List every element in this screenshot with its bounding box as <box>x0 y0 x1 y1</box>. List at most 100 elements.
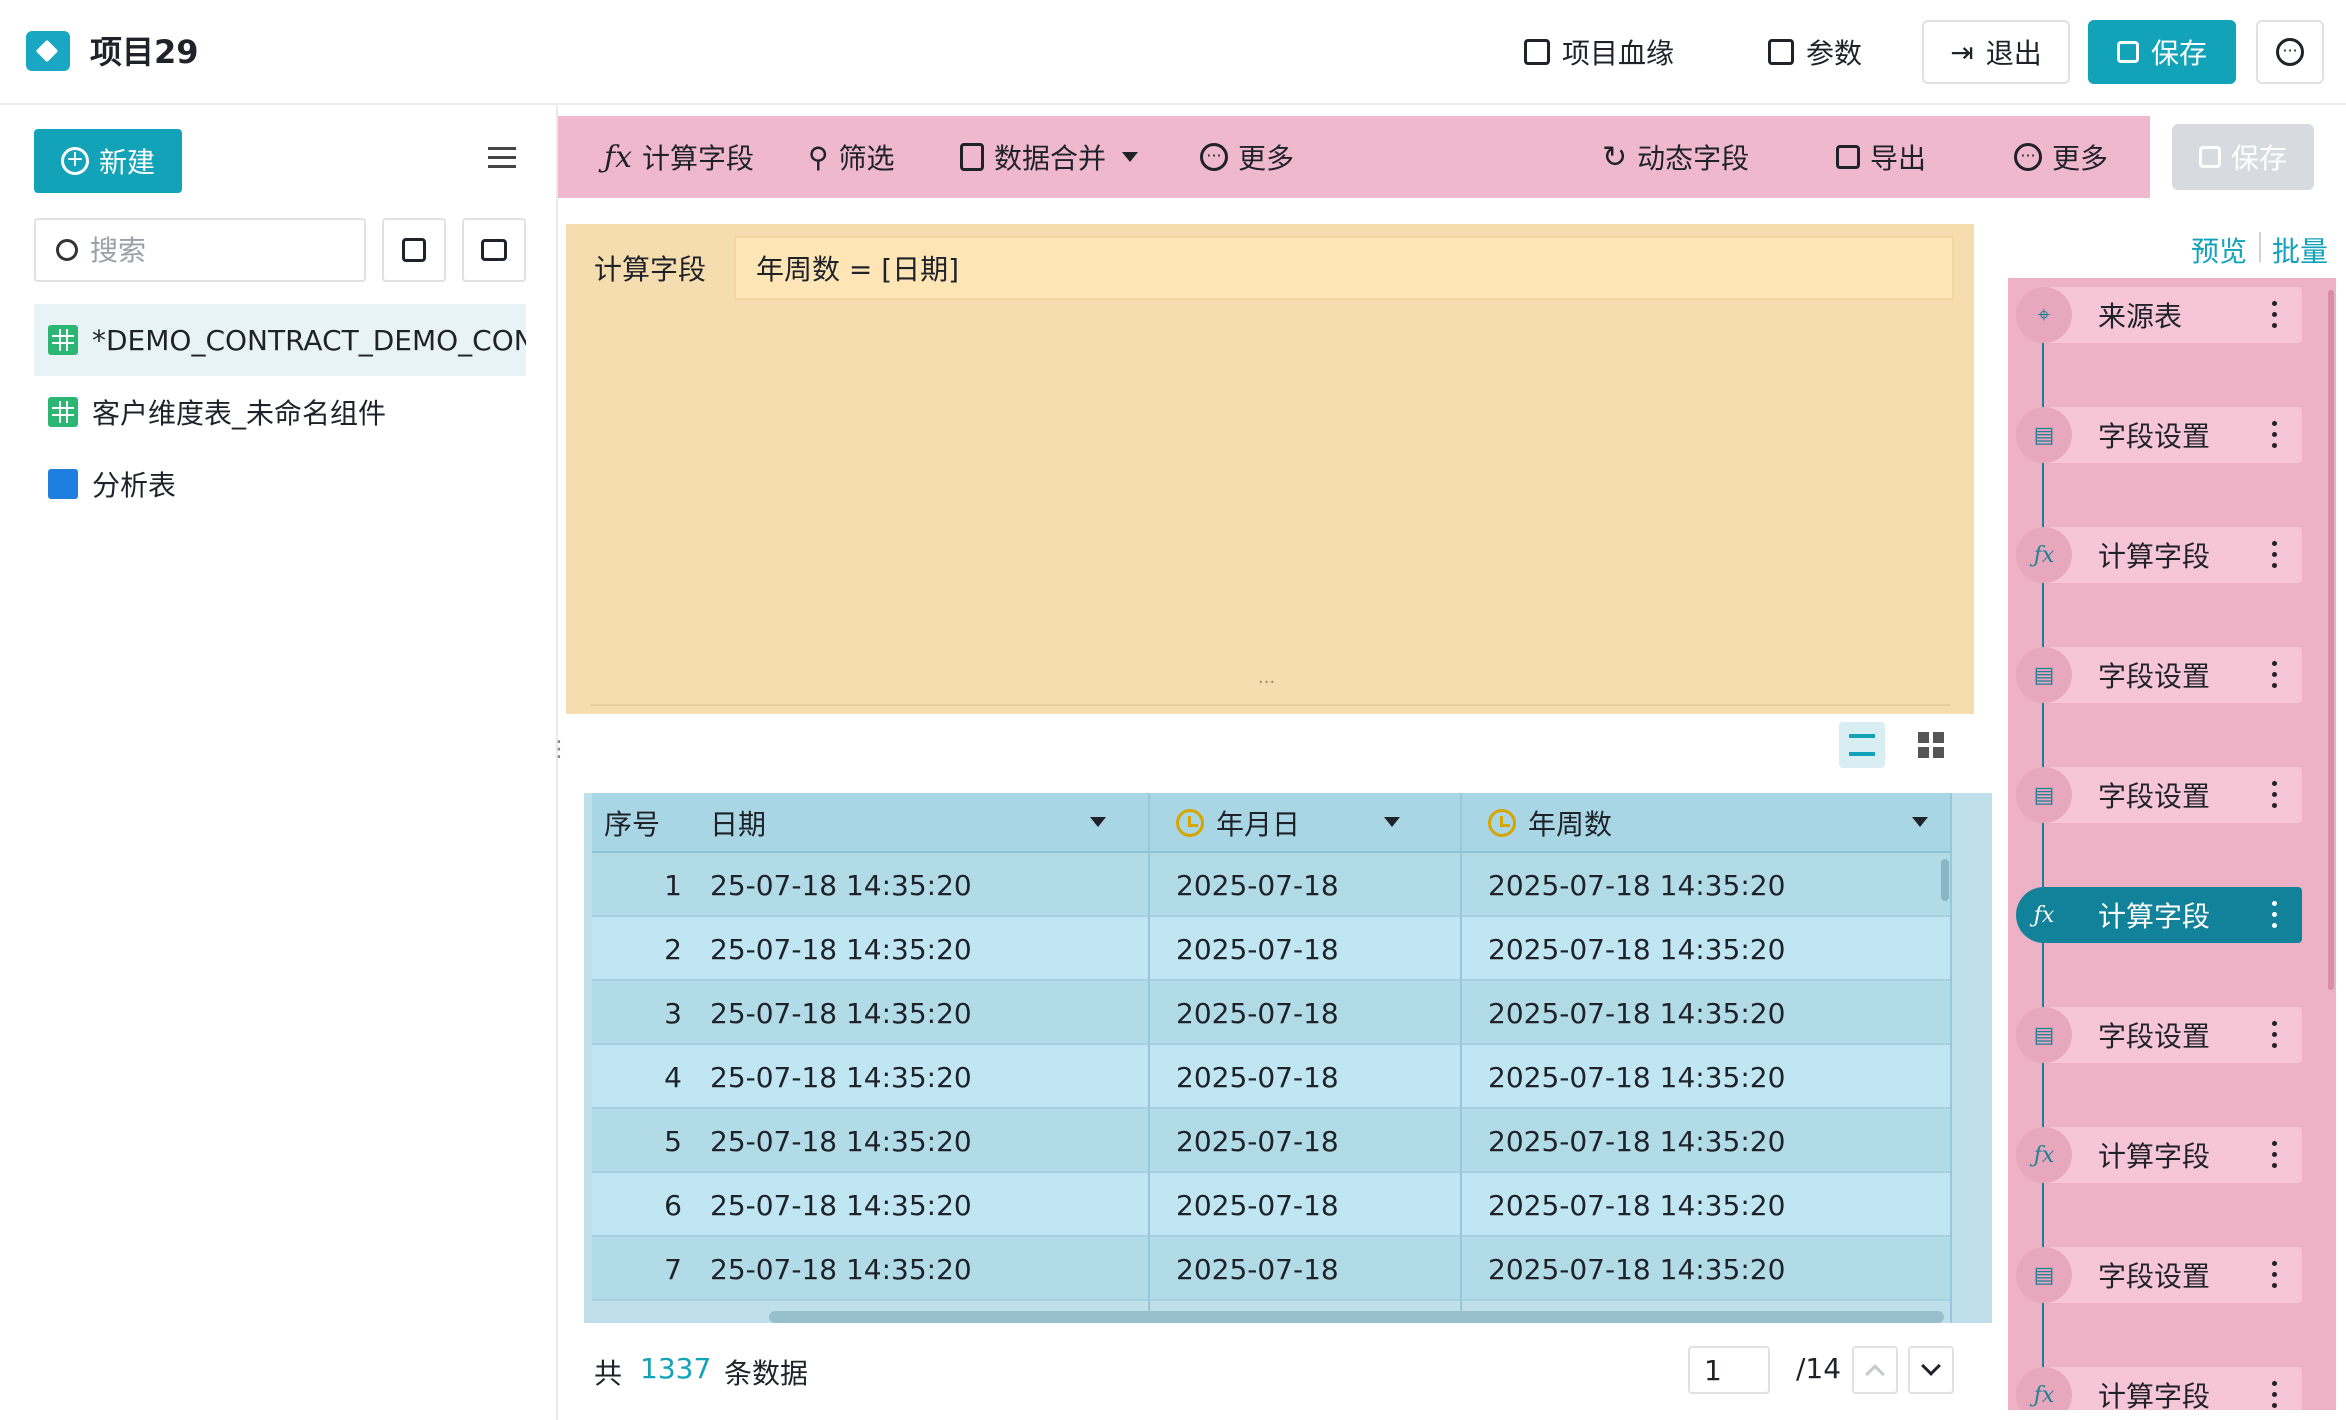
exit-button[interactable]: ⇥ 退出 <box>1922 20 2070 84</box>
more-vertical-icon[interactable] <box>2272 541 2278 569</box>
new-button[interactable]: + 新建 <box>34 129 182 193</box>
resize-handle-icon[interactable]: ··· <box>1258 672 1275 693</box>
formula-input[interactable]: 年周数 = [日期] <box>734 236 1954 300</box>
more-vertical-icon[interactable] <box>2272 1021 2278 1049</box>
export-button[interactable]: 导出 <box>1836 116 1926 198</box>
more-vertical-icon[interactable] <box>2272 421 2278 449</box>
more-right-button[interactable]: ··· 更多 <box>2014 116 2108 198</box>
preview-link[interactable]: 预览 <box>2191 230 2247 270</box>
project-lineage-button[interactable]: 项目血缘 <box>1524 30 1674 74</box>
search-input[interactable] <box>90 233 320 267</box>
more-icon: ··· <box>2276 38 2304 66</box>
flow-step-source-table[interactable]: ⌖ 来源表 <box>2016 287 2302 343</box>
flow-step-field-settings[interactable]: ▤ 字段设置 <box>2016 407 2302 463</box>
save-button[interactable]: 保存 <box>2088 20 2236 84</box>
next-page-button[interactable] <box>1908 1346 1954 1394</box>
table-row[interactable]: 1 25-07-18 14:35:20 2025-07-18 2025-07-1… <box>592 853 1950 917</box>
chevron-down-icon[interactable] <box>1090 817 1106 827</box>
process-flow-panel: ⌖ 来源表 ▤ 字段设置 ƒx 计算字段 ▤ 字段设置 ▤ 字段设置 ƒx 计算… <box>2008 278 2336 1410</box>
flow-step-calc-field[interactable]: ƒx 计算字段 <box>2016 1367 2302 1410</box>
flow-step-label: 字段设置 <box>2098 780 2211 813</box>
more-vertical-icon[interactable] <box>2272 301 2278 329</box>
collapse-sidebar-icon[interactable] <box>488 147 516 173</box>
chart-icon <box>48 469 78 499</box>
filter-label: 筛选 <box>838 142 895 175</box>
prev-page-button[interactable] <box>1852 1346 1898 1394</box>
cell-week: 2025-07-18 14:35:20 <box>1488 996 1786 1030</box>
more-menu-button[interactable]: ··· <box>2256 20 2324 84</box>
flow-step-field-settings[interactable]: ▤ 字段设置 <box>2016 767 2302 823</box>
top-bar: 项目29 项目血缘 参数 ⇥ 退出 保存 ··· <box>0 0 2346 105</box>
page-number: 1 <box>1704 1353 1722 1387</box>
cell-date: 25-07-18 14:35:20 <box>710 868 972 902</box>
vertical-scrollbar[interactable] <box>1941 859 1949 901</box>
table-footer: 共 1337 条数据 1 /14 <box>558 1330 2008 1410</box>
tree-item-label: 客户维度表_未命名组件 <box>92 397 387 430</box>
table-icon <box>48 397 78 427</box>
flow-step-field-settings[interactable]: ▤ 字段设置 <box>2016 1247 2302 1303</box>
column-divider[interactable] <box>1460 793 1462 1323</box>
save-icon <box>2116 41 2139 63</box>
fx-icon: ƒx <box>2016 1127 2072 1183</box>
table-row[interactable]: 5 25-07-18 14:35:20 2025-07-18 2025-07-1… <box>592 1109 1950 1173</box>
params-button[interactable]: 参数 <box>1768 30 1862 74</box>
cell-date: 25-07-18 14:35:20 <box>710 932 972 966</box>
tree-item-analysis[interactable]: 分析表 <box>34 448 526 520</box>
page-number-input[interactable]: 1 <box>1688 1346 1770 1394</box>
more-vertical-icon[interactable] <box>2272 1381 2278 1409</box>
cell-ymd: 2025-07-18 <box>1176 1124 1339 1158</box>
more-vertical-icon[interactable] <box>2272 1141 2278 1169</box>
multi-select-button[interactable] <box>382 218 446 282</box>
more-vertical-icon[interactable] <box>2272 901 2278 929</box>
header-ymd[interactable]: 年月日 <box>1176 793 1422 853</box>
column-divider[interactable] <box>1148 793 1150 1323</box>
header-week-label: 年周数 <box>1528 808 1613 841</box>
table-row[interactable]: 7 25-07-18 14:35:20 2025-07-18 2025-07-1… <box>592 1237 1950 1301</box>
flow-step-calc-field[interactable]: ƒx 计算字段 <box>2016 527 2302 583</box>
flow-panel-scrollbar[interactable] <box>2328 290 2334 990</box>
table-row[interactable]: 2 25-07-18 14:35:20 2025-07-18 2025-07-1… <box>592 917 1950 981</box>
more-vertical-icon[interactable] <box>2272 1261 2278 1289</box>
export-icon <box>1836 145 1860 169</box>
table-row[interactable]: 6 25-07-18 14:35:20 2025-07-18 2025-07-1… <box>592 1173 1950 1237</box>
tree-item-customer-dimension[interactable]: 客户维度表_未命名组件 <box>34 376 526 448</box>
cell-week: 2025-07-18 14:35:20 <box>1488 1188 1786 1222</box>
flow-step-field-settings[interactable]: ▤ 字段设置 <box>2016 1007 2302 1063</box>
search-box <box>34 218 366 282</box>
header-week[interactable]: 年周数 <box>1488 793 1950 853</box>
step-save-button[interactable]: 保存 <box>2172 124 2314 190</box>
batch-link[interactable]: 批量 <box>2272 230 2328 270</box>
more-icon: ··· <box>2014 143 2042 171</box>
list-view-button[interactable] <box>1839 722 1885 768</box>
tree-item-label: 分析表 <box>92 469 177 502</box>
flow-step-label: 字段设置 <box>2098 420 2211 453</box>
more-vertical-icon[interactable] <box>2272 781 2278 809</box>
horizontal-scrollbar[interactable] <box>769 1311 1944 1323</box>
chevron-up-icon <box>1865 1364 1885 1384</box>
flow-step-field-settings[interactable]: ▤ 字段设置 <box>2016 647 2302 703</box>
dynamic-field-button[interactable]: ↻ 动态字段 <box>1602 116 1749 198</box>
tree-item-demo-contract[interactable]: *DEMO_CONTRACT_DEMO_CON <box>34 304 526 376</box>
table-row[interactable]: 4 25-07-18 14:35:20 2025-07-18 2025-07-1… <box>592 1045 1950 1109</box>
panel-splitter-handle[interactable]: ⋮ <box>548 739 570 775</box>
fx-icon: ƒx <box>604 139 633 175</box>
more-vertical-icon[interactable] <box>2272 661 2278 689</box>
chevron-down-icon[interactable] <box>1912 817 1928 827</box>
new-folder-button[interactable] <box>462 218 526 282</box>
chevron-down-icon[interactable] <box>1384 817 1400 827</box>
header-date[interactable]: 日期 <box>710 793 1128 853</box>
total-prefix: 共 <box>594 1357 623 1390</box>
grid-view-icon <box>1918 732 1944 758</box>
tree-item-label: *DEMO_CONTRACT_DEMO_CON <box>92 323 526 357</box>
new-label: 新建 <box>98 146 155 179</box>
table-row[interactable]: 3 25-07-18 14:35:20 2025-07-18 2025-07-1… <box>592 981 1950 1045</box>
grid-view-button[interactable] <box>1908 722 1954 768</box>
data-merge-dropdown[interactable]: 数据合并 <box>960 116 1139 198</box>
search-icon <box>56 239 78 261</box>
cell-ymd: 2025-07-18 <box>1176 996 1339 1030</box>
filter-button[interactable]: ⚲ 筛选 <box>808 116 895 198</box>
flow-step-calc-field[interactable]: ƒx 计算字段 <box>2016 1127 2302 1183</box>
flow-step-calc-field-active[interactable]: ƒx 计算字段 <box>2016 887 2302 943</box>
more-left-button[interactable]: ··· 更多 <box>1200 116 1294 198</box>
calc-field-button[interactable]: ƒx 计算字段 <box>604 116 754 198</box>
